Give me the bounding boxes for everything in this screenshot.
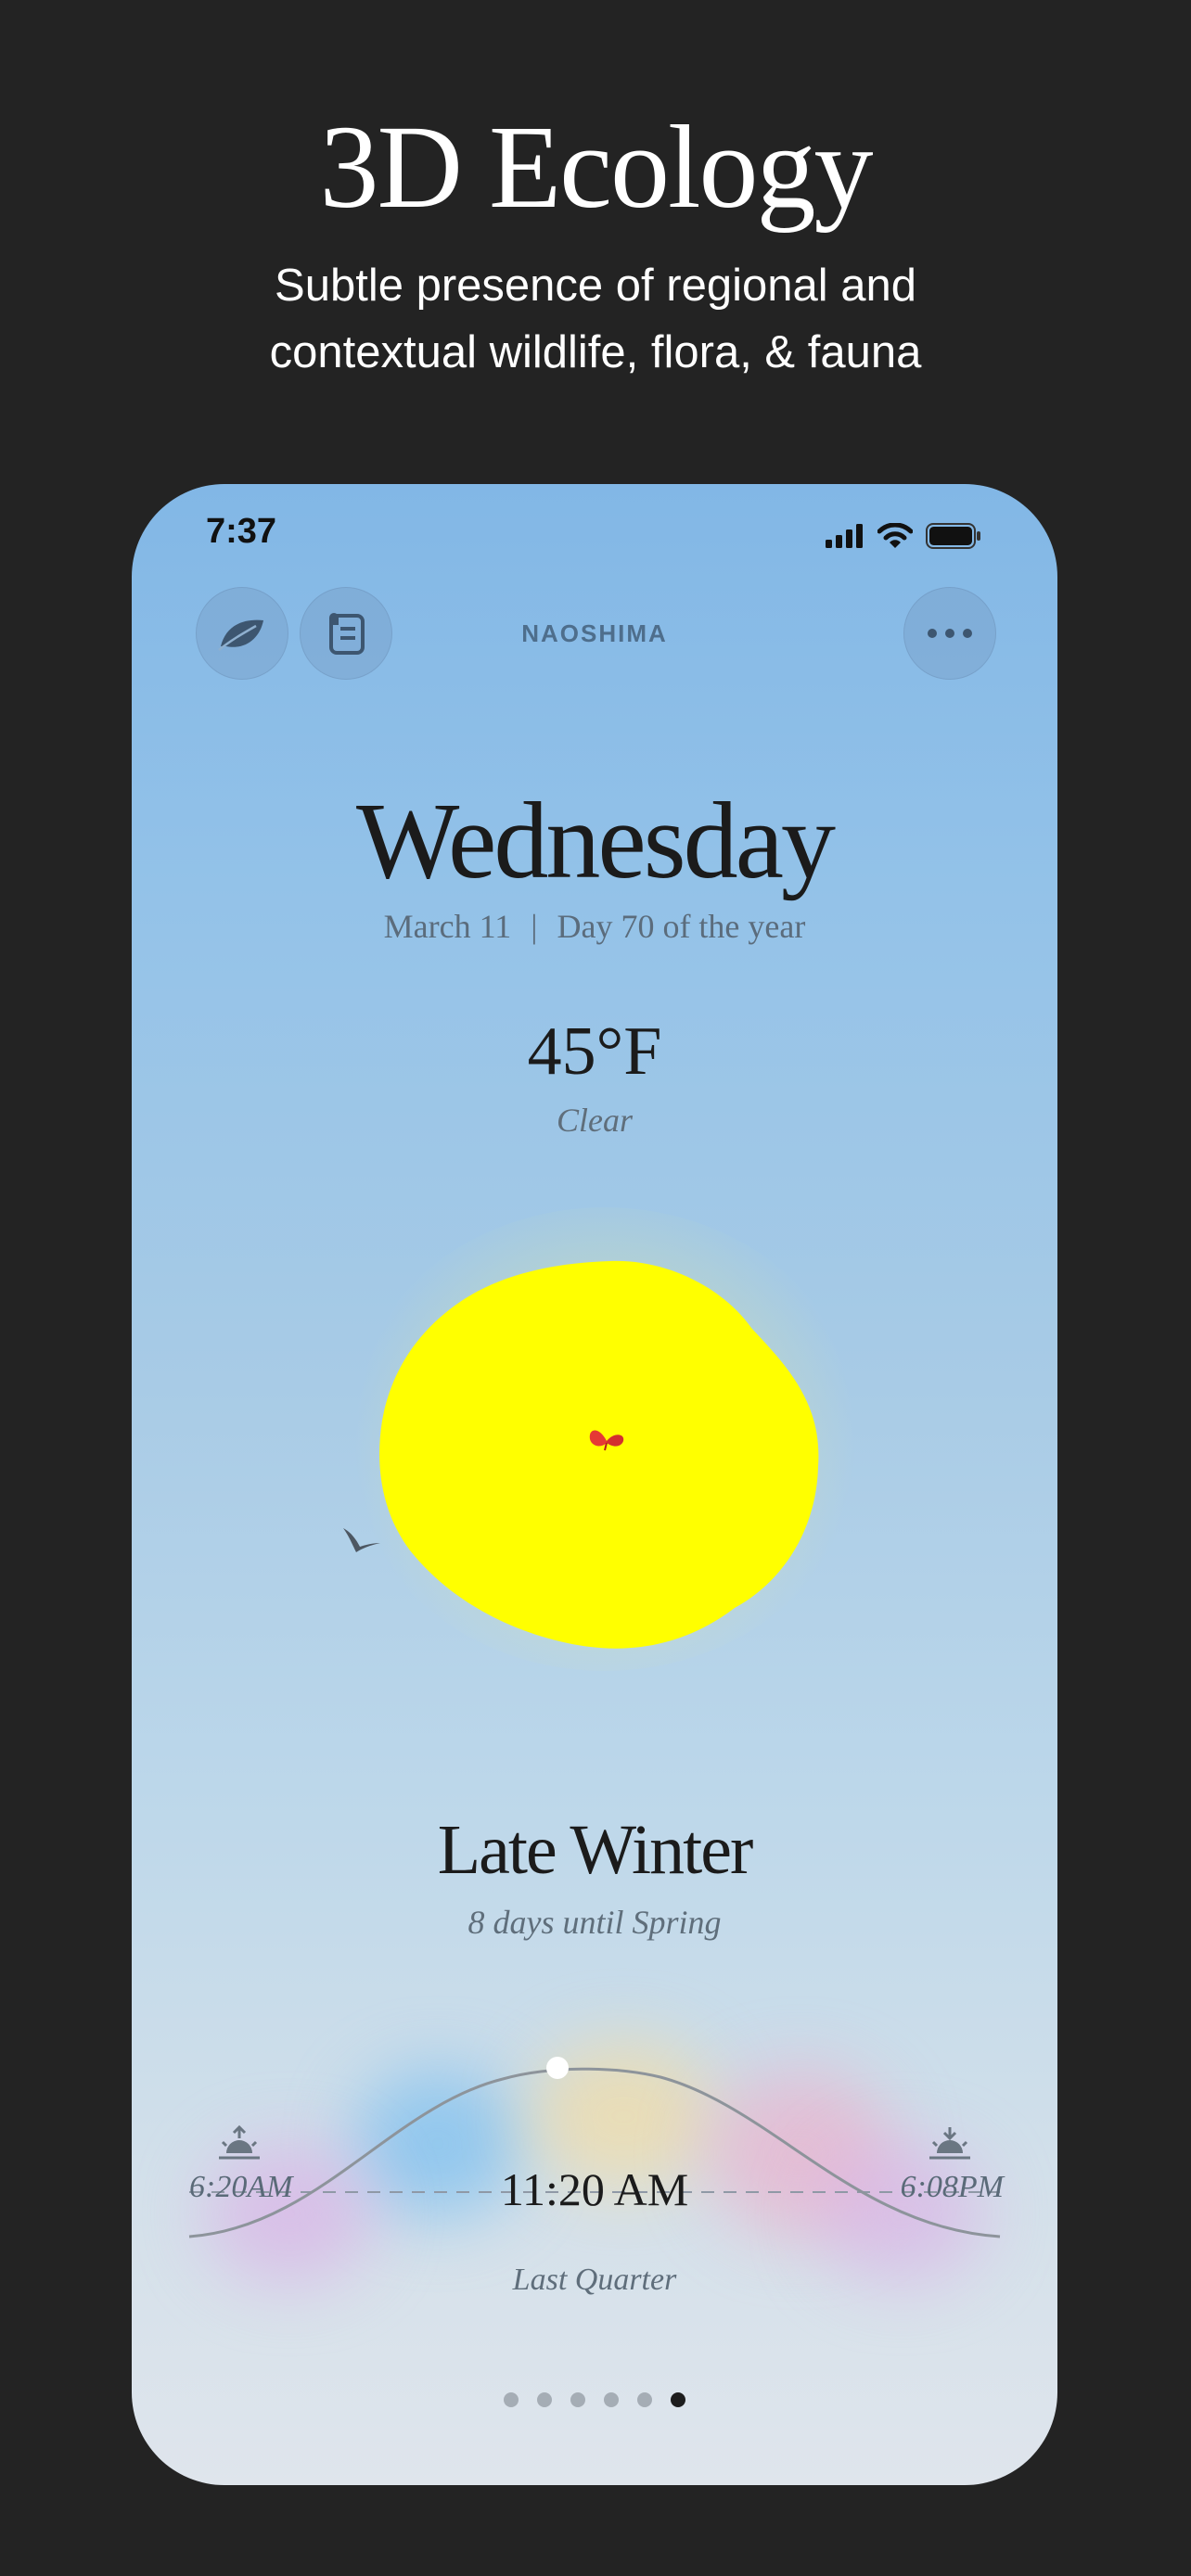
hero-subtitle: Subtle presence of regional and contextu…	[0, 252, 1191, 386]
day-of-year: Day 70 of the year	[557, 908, 806, 945]
date-separator: |	[531, 908, 538, 945]
weather-condition: Clear	[556, 1102, 633, 1139]
sunrise-icon	[219, 2125, 260, 2160]
sun-scene	[132, 1189, 1057, 1671]
butterfly-icon	[589, 1430, 624, 1451]
cellular-signal-icon	[826, 524, 863, 548]
page-dot[interactable]	[570, 2392, 585, 2407]
date-text: March 11	[383, 908, 512, 945]
hero-subtitle-line2: contextual wildlife, flora, & fauna	[269, 327, 922, 377]
hero-subtitle-line1: Subtle presence of regional and	[275, 261, 916, 311]
status-icons	[826, 523, 981, 549]
more-icon	[928, 629, 972, 638]
sunset-icon	[929, 2127, 970, 2160]
page-indicator[interactable]	[132, 2392, 1057, 2407]
sun-position-marker	[546, 2057, 569, 2079]
more-button[interactable]	[903, 587, 996, 680]
bird-icon	[343, 1528, 380, 1552]
season-title: Late Winter	[437, 1811, 754, 1889]
page-dot[interactable]	[537, 2392, 552, 2407]
date-line: March 11 | Day 70 of the year	[132, 907, 1057, 946]
moon-phase: Last Quarter	[512, 2263, 677, 2297]
sunset-time: 6:08PM	[900, 2170, 1004, 2204]
phone-screen: 7:37 NAOSHIMA Wednesday March 11 | Day 7…	[132, 484, 1057, 2485]
status-time: 7:37	[206, 512, 277, 551]
page-dot[interactable]	[637, 2392, 652, 2407]
temperature: 45°F	[527, 1014, 662, 1090]
season-countdown: 8 days until Spring	[467, 1904, 722, 1941]
battery-icon	[926, 523, 980, 549]
weekday-title: Wednesday	[356, 780, 836, 901]
hero-title: 3D Ecology	[319, 101, 874, 233]
page-dot[interactable]	[504, 2392, 519, 2407]
wifi-icon	[877, 523, 913, 548]
page-dot-active[interactable]	[671, 2392, 685, 2407]
page-dot[interactable]	[604, 2392, 619, 2407]
